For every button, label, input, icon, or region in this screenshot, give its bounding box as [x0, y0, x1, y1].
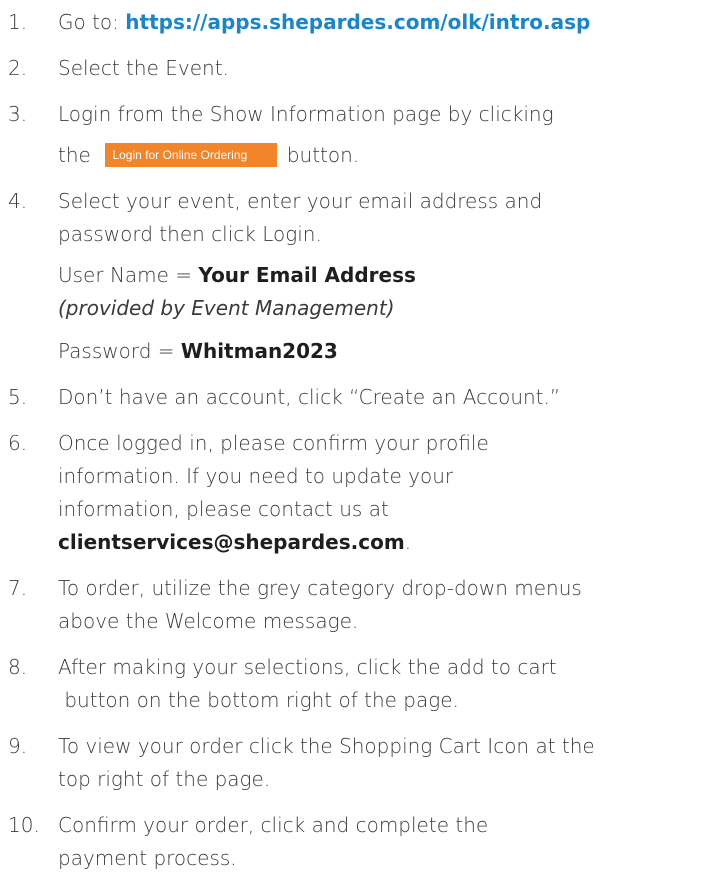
step-3: 3. Login from the Show Information page … [0, 98, 703, 172]
step-text-line: button on the bottom right of the page. [58, 688, 459, 712]
client-services-email-link[interactable]: clientservices@shepardes.com [58, 530, 405, 554]
username-value: Your Email Address [198, 263, 416, 287]
step-6: 6. Once logged in, please confirm your p… [0, 427, 703, 559]
step-text-line: clientservices@shepardes.com. [58, 526, 693, 559]
password-line: Password = Whitman2023 [58, 335, 693, 368]
step-text-line: Select your event, enter your email addr… [58, 189, 543, 213]
step-7: 7. To order, utilize the grey category d… [0, 572, 703, 638]
step-text: Go to: https://apps.shepardes.com/olk/in… [58, 6, 693, 39]
step-number: 6. [8, 431, 28, 455]
intro-url-link[interactable]: https://apps.shepardes.com/olk/intro.asp [125, 10, 590, 34]
step-text-line: above the Welcome message. [58, 609, 359, 633]
step-text-line: After making your selections, click the … [58, 655, 557, 679]
step-number: 3. [8, 102, 28, 126]
password-block: Password = Whitman2023 [58, 335, 693, 368]
step-text: Don’t have an account, click “Create an … [58, 385, 561, 409]
step-text-line: Once logged in, please confirm your prof… [58, 431, 489, 455]
step-number: 9. [8, 734, 28, 758]
step-text-line: Confirm your order, click and complete t… [58, 813, 489, 837]
step-text-line: Login from the Show Information page by … [58, 102, 554, 126]
instructions-list: 1. Go to: https://apps.shepardes.com/olk… [0, 6, 703, 888]
username-note: (provided by Event Management) [58, 296, 395, 320]
login-online-ordering-button[interactable]: Login for Online Ordering [104, 142, 277, 167]
step-text-after-button: button. [286, 143, 360, 167]
step-number: 4. [8, 189, 28, 213]
step-number: 7. [8, 576, 28, 600]
step-text-line: top right of the page. [58, 767, 271, 791]
step-text-line: information, please contact us at [58, 497, 389, 521]
step-text-line: the Login for Online Ordering button. [58, 139, 693, 172]
step-text-line: To order, utilize the grey category drop… [58, 576, 582, 600]
step-number: 1. [8, 10, 28, 34]
step-5: 5. Don’t have an account, click “Create … [0, 381, 703, 414]
step-number: 5. [8, 385, 28, 409]
password-value: Whitman2023 [180, 339, 338, 363]
step-number: 10. [8, 813, 40, 837]
step-10: 10. Confirm your order, click and comple… [0, 809, 703, 875]
step-text-before-button: the [58, 143, 91, 167]
step-text-line: payment process. [58, 846, 237, 870]
email-suffix: . [404, 530, 412, 554]
step-prefix: Go to: [58, 10, 126, 34]
step-number: 2. [8, 56, 28, 80]
step-number: 8. [8, 655, 28, 679]
username-line: User Name = Your Email Address [58, 259, 693, 292]
step-1: 1. Go to: https://apps.shepardes.com/olk… [0, 6, 703, 39]
username-label: User Name = [58, 263, 199, 287]
step-9: 9. To view your order click the Shopping… [0, 730, 703, 796]
step-text-line: information. If you need to update your [58, 464, 454, 488]
step-2: 2. Select the Event. [0, 52, 703, 85]
step-text-line: To view your order click the Shopping Ca… [58, 734, 595, 758]
password-label: Password = [58, 339, 181, 363]
step-text: Select the Event. [58, 56, 229, 80]
step-8: 8. After making your selections, click t… [0, 651, 703, 717]
step-4: 4. Select your event, enter your email a… [0, 185, 703, 368]
username-block: User Name = Your Email Address (provided… [58, 259, 693, 325]
step-text-line: password then click Login. [58, 222, 322, 246]
